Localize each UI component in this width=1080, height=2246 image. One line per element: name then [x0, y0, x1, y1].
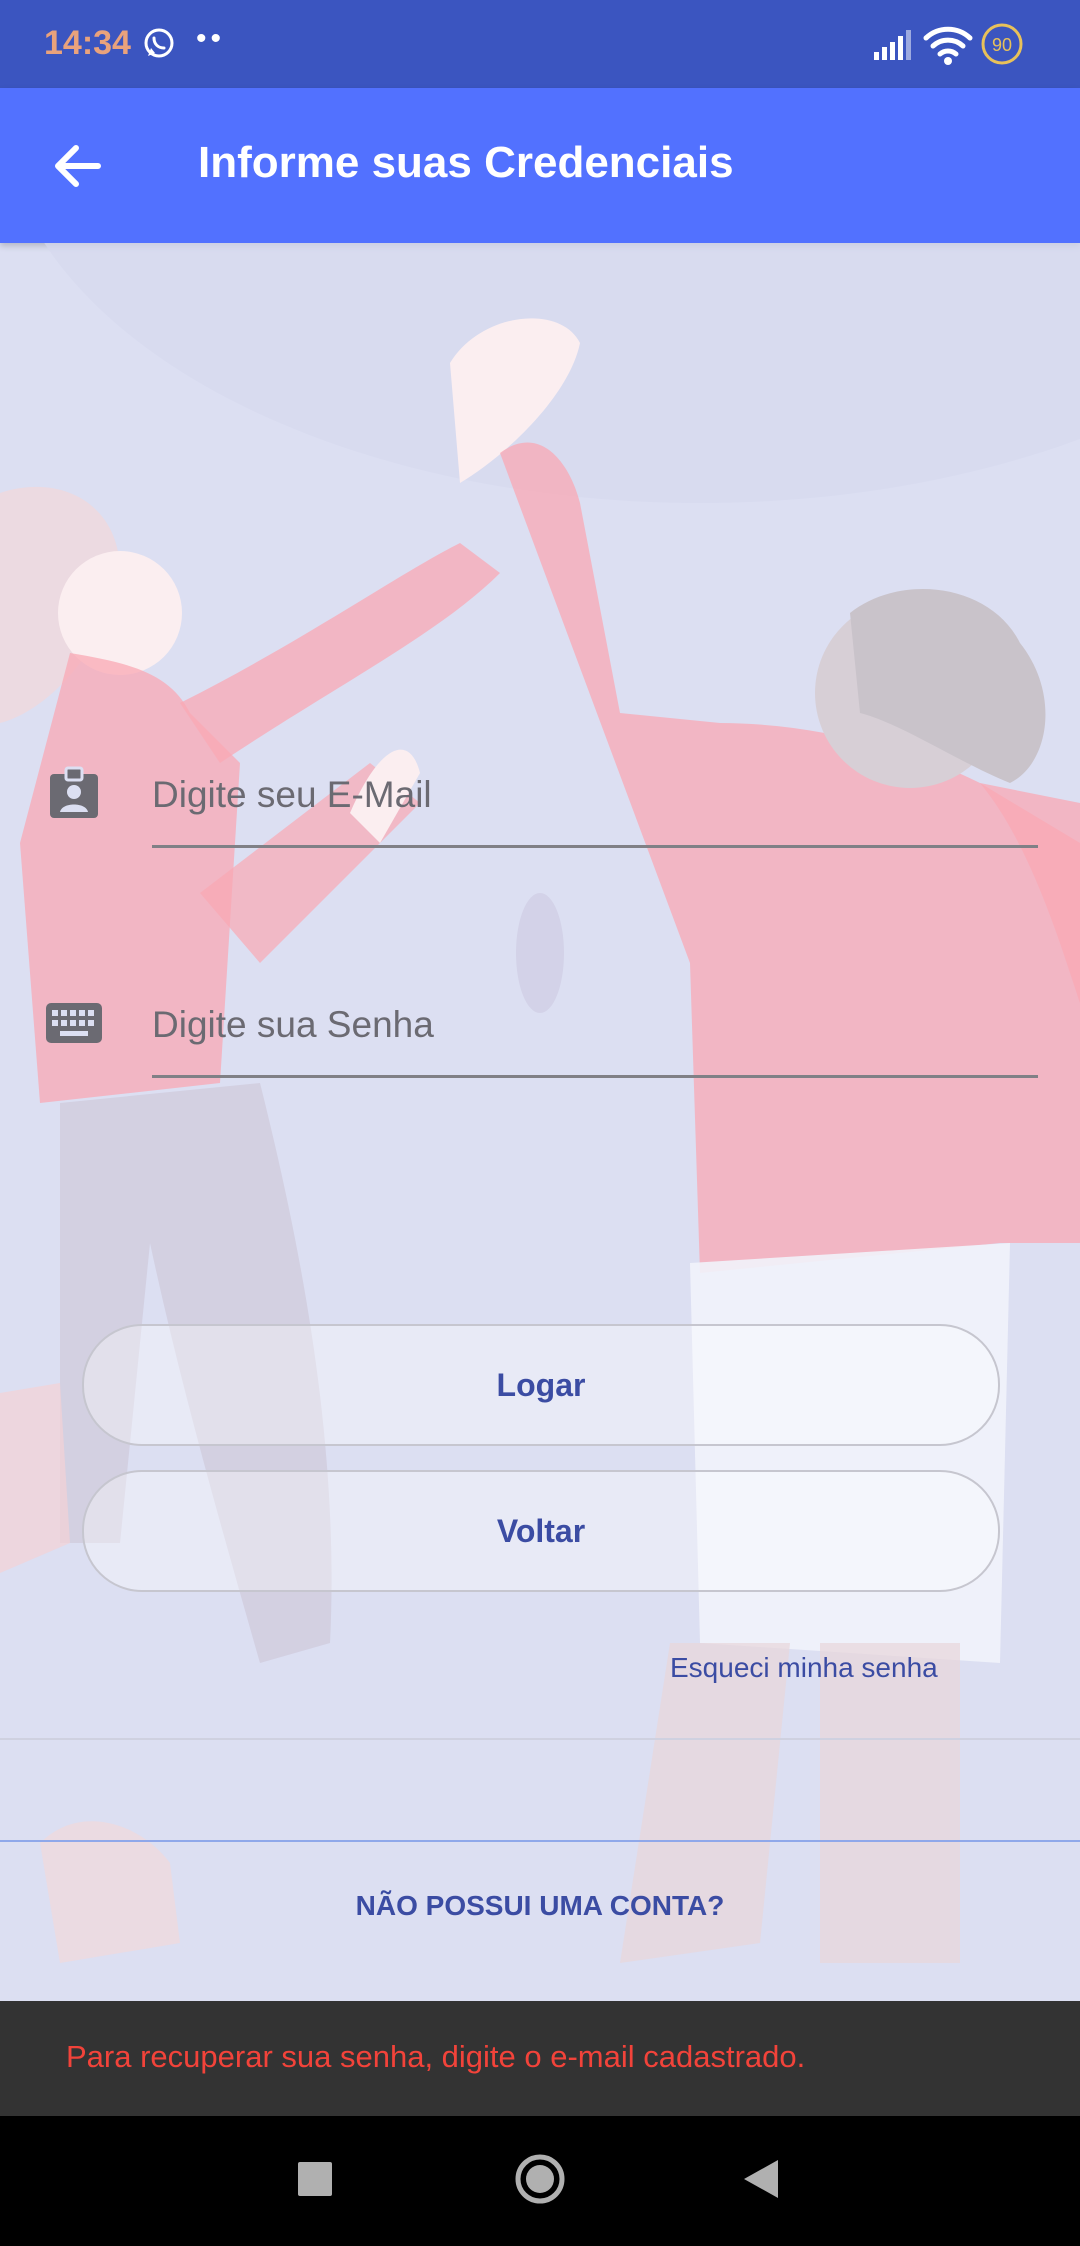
- no-account-label: NÃO POSSUI UMA CONTA?: [355, 1890, 725, 1921]
- contact-badge-icon: [50, 766, 98, 818]
- keyboard-icon: [46, 1003, 102, 1043]
- email-field[interactable]: [152, 745, 1038, 848]
- system-nav-bar: [0, 2116, 1080, 2246]
- snackbar: Para recuperar sua senha, digite o e-mai…: [0, 2001, 1080, 2116]
- battery-level: 90: [992, 35, 1012, 55]
- signal-icon: [874, 30, 911, 60]
- login-button-label: Logar: [496, 1366, 586, 1403]
- recents-square-icon[interactable]: [298, 2162, 332, 2196]
- wifi-icon: [923, 26, 973, 65]
- back-button[interactable]: Voltar: [82, 1470, 1000, 1592]
- status-bar: 14:34 •• 90: [0, 0, 1080, 88]
- app-bar: Informe suas Credenciais: [0, 88, 1080, 243]
- back-triangle-icon[interactable]: [744, 2160, 778, 2198]
- password-field[interactable]: [152, 975, 1038, 1078]
- snackbar-message: Para recuperar sua senha, digite o e-mai…: [66, 2039, 806, 2074]
- login-button[interactable]: Logar: [82, 1324, 1000, 1446]
- divider: [0, 1738, 1080, 1740]
- notification-dots: ••: [196, 22, 226, 55]
- forgot-password-link[interactable]: Esqueci minha senha: [670, 1652, 938, 1684]
- arrow-back-icon[interactable]: [48, 138, 108, 194]
- page-title: Informe suas Credenciais: [198, 138, 734, 187]
- email-input[interactable]: [152, 745, 1038, 845]
- divider-accent: [0, 1840, 1080, 1842]
- whatsapp-icon: [144, 28, 174, 58]
- battery-icon: 90: [980, 22, 1024, 66]
- status-time: 14:34: [44, 24, 131, 62]
- password-input[interactable]: [152, 975, 1038, 1075]
- home-circle-icon[interactable]: [514, 2153, 566, 2205]
- no-account-link[interactable]: NÃO POSSUI UMA CONTA?: [0, 1890, 1080, 1922]
- back-button-label: Voltar: [496, 1512, 586, 1549]
